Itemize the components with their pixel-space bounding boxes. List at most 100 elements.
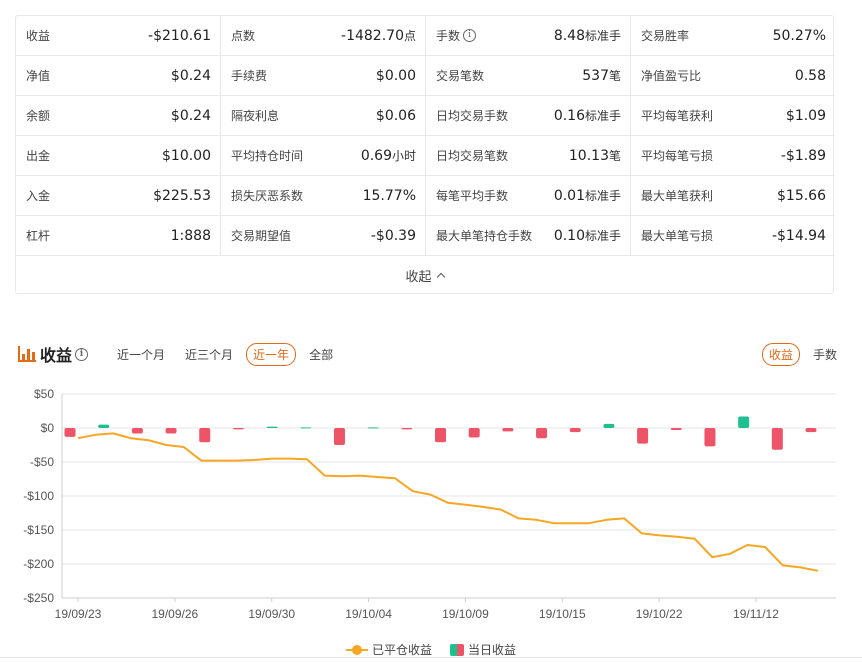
stat-label: 手数 i (436, 27, 477, 44)
stat-label: 余额 (26, 107, 50, 124)
chart-legend: 已平仓收益 当日收益 (0, 641, 862, 658)
stat-label-text: 入金 (26, 189, 51, 203)
stat-label: 平均持仓时间 (231, 147, 303, 164)
info-icon[interactable]: i (75, 347, 89, 361)
stat-value: $10.00 (162, 148, 211, 164)
stat-value-number: -1482.70 (341, 28, 404, 44)
collapse-button[interactable]: 收起 (16, 256, 833, 294)
stat-label-text: 交易胜率 (641, 29, 690, 43)
legend-item-closed-profit[interactable]: 已平仓收益 (345, 641, 432, 658)
x-tick-label: 19/09/26 (151, 607, 198, 621)
stat-unit: 笔 (608, 69, 621, 83)
stat-value: -1482.70点 (341, 27, 416, 44)
stat-value-number: 15.77% (362, 187, 416, 204)
legend-item-daily-profit[interactable]: 当日收益 (450, 641, 516, 658)
stat-unit: 标准手 (584, 229, 621, 243)
stat-label-text: 交易期望值 (231, 229, 292, 243)
stat-label-text: 余额 (26, 109, 51, 123)
stat-value: -$14.94 (772, 228, 826, 244)
daily-profit-bar (704, 428, 716, 447)
stat-value-number: 537 (582, 68, 609, 84)
daily-profit-bar (468, 428, 480, 438)
stat-label-text: 每笔平均手数 (436, 189, 509, 203)
collapse-label: 收起 (405, 269, 432, 285)
daily-profit-bar (333, 428, 345, 445)
y-tick-label: -$250 (23, 591, 54, 605)
stat-label-text: 损失厌恶系数 (231, 189, 304, 203)
statistics-grid: 收益 -$210.61 点数 -1482.70点 手数 i 8.48标准手 交易胜率 50.27… (16, 16, 835, 256)
stat-cell: 手续费 $0.00 (221, 56, 426, 96)
stat-value-number: 8.48 (553, 28, 585, 44)
stat-value-number: $1.09 (785, 107, 826, 124)
range-tab-3[interactable]: 全部 (302, 343, 340, 366)
stat-label-text: 平均每笔获利 (641, 109, 714, 123)
stat-unit: 笔 (608, 149, 621, 163)
x-tick-label: 19/10/15 (539, 607, 586, 621)
stat-value: -$0.39 (371, 228, 416, 244)
stat-label-text: 平均持仓时间 (231, 149, 304, 163)
daily-profit-bar (300, 427, 312, 429)
stat-label: 手续费 (231, 67, 267, 84)
daily-profit-bar (738, 416, 750, 428)
stat-value-number: 0.58 (794, 67, 826, 84)
stat-label: 日均交易笔数 (436, 147, 508, 164)
stat-cell: 净值 $0.24 (16, 56, 221, 96)
daily-profit-bar (637, 428, 649, 444)
stat-label: 损失厌恶系数 (231, 187, 303, 204)
stat-value-number: $0.24 (170, 67, 211, 84)
stat-label-text: 净值盈亏比 (641, 69, 702, 83)
legend-label: 当日收益 (468, 643, 517, 657)
stat-unit: 标准手 (584, 109, 621, 123)
stat-value-number: $0.06 (375, 107, 416, 124)
range-tab-0[interactable]: 近一个月 (110, 343, 172, 366)
daily-profit-bar (670, 428, 682, 431)
daily-profit-bar (165, 428, 177, 434)
stat-cell: 出金 $10.00 (16, 136, 221, 176)
stat-value: $225.53 (153, 188, 211, 204)
chart-title: 收益 i (40, 342, 89, 366)
stat-label: 最大单笔获利 (641, 187, 713, 204)
stat-value: $15.66 (777, 188, 826, 204)
stat-unit: 小时 (391, 149, 416, 163)
daily-profit-bar (805, 428, 817, 433)
stat-cell: 平均持仓时间 0.69小时 (221, 136, 426, 176)
stat-cell: 交易期望值 -$0.39 (221, 216, 426, 256)
daily-profit-bar (131, 428, 143, 434)
stat-value-number: $0.00 (375, 67, 416, 84)
stat-cell: 平均每笔亏损 -$1.89 (631, 136, 835, 176)
stat-cell: 交易笔数 537笔 (426, 56, 631, 96)
stat-cell: 损失厌恶系数 15.77% (221, 176, 426, 216)
stat-label-text: 隔夜利息 (231, 109, 280, 123)
profit-chart-svg: $50 $0 -$50 -$100 -$150 -$200 -$25019/09/23 19/… (23, 387, 836, 621)
stat-value: $0.00 (376, 68, 416, 84)
stat-value: -$210.61 (148, 28, 211, 44)
stat-value-number: $15.66 (777, 187, 826, 204)
stat-value-number: -$14.94 (771, 227, 826, 244)
stat-label-text: 平均每笔亏损 (641, 149, 714, 163)
stat-label: 收益 (26, 27, 50, 44)
stat-value-number: -$1.89 (780, 147, 826, 164)
legend-line-marker (345, 644, 368, 655)
stat-label-text: 最大单笔亏损 (641, 229, 714, 243)
daily-profit-bar (502, 428, 514, 432)
info-icon[interactable]: i (463, 29, 477, 42)
metric-tab-1[interactable]: 手数 (806, 343, 844, 366)
x-tick-label: 19/09/23 (55, 607, 102, 621)
stat-value-number: -$210.61 (148, 27, 211, 44)
chart-title-text: 收益 (40, 346, 73, 365)
stat-label: 交易胜率 (641, 27, 689, 44)
stat-label-text: 净值 (26, 69, 51, 83)
range-tab-2[interactable]: 近一年 (246, 342, 297, 366)
stat-unit: 标准手 (584, 29, 621, 43)
stat-cell: 入金 $225.53 (16, 176, 221, 216)
stat-value: -$1.89 (781, 148, 826, 164)
daily-profit-bar (771, 428, 783, 450)
stat-value-number: 1:888 (170, 227, 211, 244)
metric-tabs: 收益 手数 (761, 342, 844, 366)
range-tab-1[interactable]: 近三个月 (178, 343, 240, 366)
x-tick-label: 19/09/30 (248, 607, 295, 621)
metric-tab-0[interactable]: 收益 (761, 342, 800, 366)
stat-label-text: 点数 (231, 29, 256, 43)
stat-value: 537笔 (582, 67, 621, 84)
closed-profit-line (77, 432, 819, 572)
